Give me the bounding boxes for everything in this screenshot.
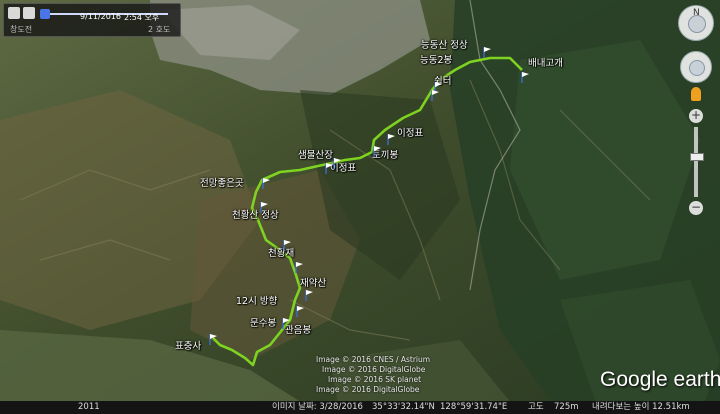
- placemark-flag-icon[interactable]: [325, 163, 333, 174]
- eye-altitude: 내려다보는 높이 12.51km: [592, 402, 690, 412]
- placemark-flag-icon[interactable]: [521, 72, 529, 83]
- elevation-value: 725m: [554, 402, 579, 412]
- latitude-readout: 35°33'32.14"N: [372, 402, 435, 412]
- street-view-icon[interactable]: [691, 87, 701, 101]
- placemark-flag-icon[interactable]: [296, 306, 304, 317]
- imagery-credit: Image © 2016 CNES / Astrium: [316, 355, 431, 364]
- placemark-flag-icon[interactable]: [431, 90, 439, 101]
- map-view[interactable]: 9/11/2016 2:54 오후 창도전 2 호도 능동산 정상 능동2봉 배…: [0, 0, 720, 414]
- imagery-credit: Image © 2016 DigitalGlobe: [322, 365, 426, 374]
- zoom-slider[interactable]: [694, 127, 698, 197]
- placemark-flag-icon[interactable]: [333, 158, 341, 169]
- zoom-slider-handle[interactable]: [690, 153, 704, 161]
- zoom-out-button[interactable]: −: [689, 201, 703, 215]
- placemark-flag-icon[interactable]: [282, 318, 290, 329]
- placemark-layer: [209, 47, 529, 345]
- placemark-flag-icon[interactable]: [260, 202, 268, 213]
- placemark-flag-icon[interactable]: [283, 240, 291, 251]
- navigation-controls: N + −: [676, 5, 716, 265]
- zoom-in-button[interactable]: +: [689, 109, 703, 123]
- imagery-credit: Image © 2016 DigitalGlobe: [316, 385, 420, 394]
- imagery-credit: Image © 2016 SK planet: [328, 375, 422, 384]
- placemark-flag-icon[interactable]: [262, 178, 270, 189]
- eye-icon: [688, 15, 706, 33]
- longitude-readout: 128°59'31.74"E: [440, 402, 508, 412]
- google-earth-logo: Google earth: [600, 368, 720, 391]
- hand-icon: [689, 60, 705, 76]
- look-joystick[interactable]: N: [678, 5, 714, 41]
- placemark-flag-icon[interactable]: [209, 334, 217, 345]
- move-joystick[interactable]: [680, 51, 712, 83]
- status-bar: 2011 이미지 날짜: 3/28/2016 35°33'32.14"N 128…: [0, 401, 720, 414]
- year-badge: 2011: [78, 402, 100, 412]
- imagery-date: 이미지 날짜: 3/28/2016: [272, 402, 363, 412]
- placemark-flag-icon[interactable]: [305, 290, 313, 301]
- placemark-flag-icon[interactable]: [483, 47, 491, 58]
- placemark-flag-icon[interactable]: [295, 262, 303, 273]
- elevation-label: 고도: [528, 402, 544, 412]
- placemark-flag-icon[interactable]: [373, 146, 381, 157]
- placemark-flag-icon[interactable]: [387, 134, 395, 145]
